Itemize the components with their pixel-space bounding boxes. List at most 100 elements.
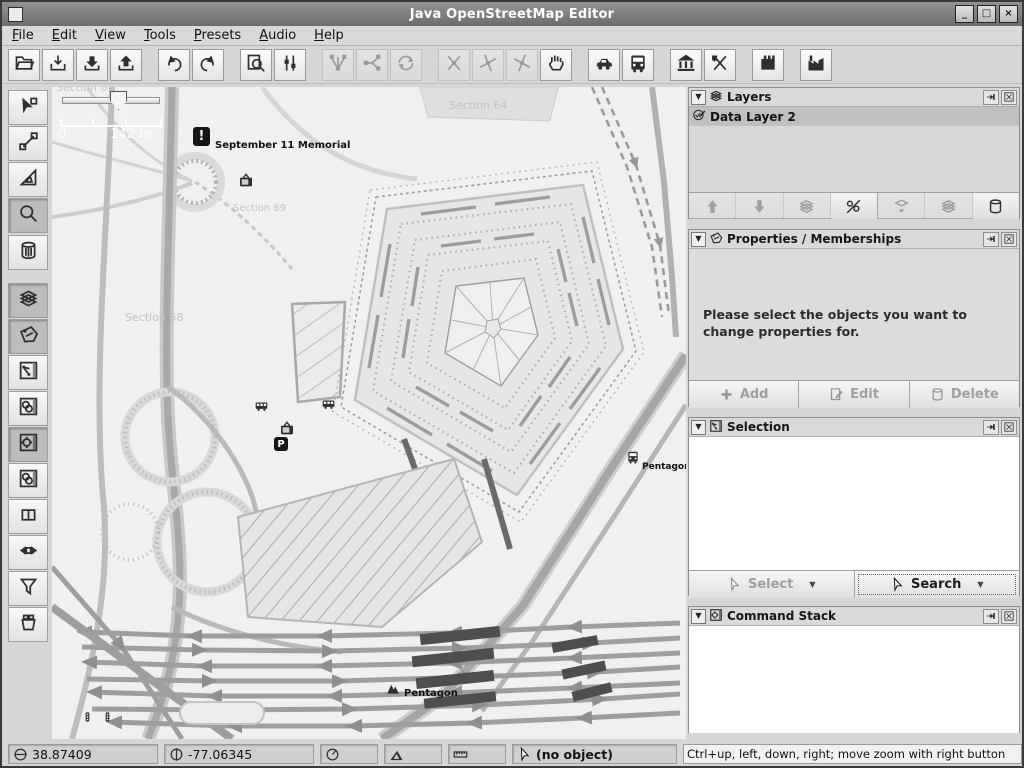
split-way-button[interactable]: [356, 49, 388, 81]
menu-view[interactable]: View: [95, 28, 126, 43]
bus-stop-icon-1[interactable]: [253, 398, 270, 417]
measure-tool-button[interactable]: [8, 162, 48, 197]
preset-museum-button[interactable]: [670, 49, 702, 81]
layer-down-button[interactable]: [736, 193, 783, 219]
tv-icon-2[interactable]: [279, 421, 295, 437]
layer-row[interactable]: Data Layer 2: [689, 107, 1019, 126]
save-button[interactable]: [42, 49, 74, 81]
scale-max-label: 142 m: [110, 127, 152, 142]
panel-close-button[interactable]: [1001, 232, 1017, 247]
unglue-icon: [444, 53, 464, 77]
update-data-button[interactable]: [390, 49, 422, 81]
collapse-icon[interactable]: ▼: [691, 420, 706, 435]
layer-merge-button[interactable]: [784, 193, 831, 219]
redo-button[interactable]: [192, 49, 224, 81]
heading-clock-icon: [325, 747, 340, 762]
traffic-signal-icon-1[interactable]: [82, 705, 93, 733]
search-button[interactable]: [240, 49, 272, 81]
section-63-label: Section 63: [56, 87, 114, 94]
tv-icon[interactable]: [238, 173, 254, 189]
title-bar[interactable]: Java OpenStreetMap Editor _ □ ×: [2, 2, 1022, 26]
preset-restaurant-button[interactable]: [704, 49, 736, 81]
traffic-signal-icon-2[interactable]: [102, 705, 113, 733]
maximize-button[interactable]: □: [977, 5, 996, 23]
layer-delete-button[interactable]: [973, 193, 1019, 219]
panel-close-button[interactable]: [1001, 609, 1017, 624]
delete-property-button[interactable]: Delete: [910, 381, 1019, 408]
delete-tool-button[interactable]: [8, 235, 48, 270]
menu-edit[interactable]: Edit: [52, 28, 77, 43]
menu-help[interactable]: Help: [314, 28, 344, 43]
conflict-toggle[interactable]: [8, 535, 48, 570]
dropdown-arrow-icon[interactable]: ▼: [977, 580, 983, 589]
layer-visibility-button[interactable]: [831, 193, 878, 219]
layer-opacity-button[interactable]: [878, 193, 925, 219]
cloverleaf-interchange[interactable]: [72, 87, 342, 739]
sticky-pin-button[interactable]: [983, 90, 999, 105]
collapse-icon[interactable]: ▼: [691, 609, 706, 624]
collapse-icon[interactable]: ▼: [691, 90, 706, 105]
preset-factory-button[interactable]: [800, 49, 832, 81]
simplify-way-icon: [512, 53, 532, 77]
sticky-pin-button[interactable]: [983, 420, 999, 435]
select-tool-button[interactable]: [8, 90, 48, 125]
bottom-building[interactable]: [180, 702, 264, 724]
dropdown-arrow-icon[interactable]: ▼: [809, 580, 815, 589]
panel-close-button[interactable]: [1001, 90, 1017, 105]
open-button[interactable]: [8, 49, 40, 81]
menu-tools[interactable]: Tools: [144, 28, 176, 43]
map-styles-icon: [18, 468, 39, 493]
download-button[interactable]: [76, 49, 108, 81]
menu-presets[interactable]: Presets: [194, 28, 241, 43]
filter-toggle[interactable]: [8, 571, 48, 606]
bus-stop-icon-2[interactable]: [320, 396, 337, 415]
layer-duplicate-button[interactable]: [925, 193, 972, 219]
save-icon: [48, 53, 68, 77]
minimize-button[interactable]: _: [955, 5, 974, 23]
panel-close-button[interactable]: [1001, 420, 1017, 435]
pan-button[interactable]: [540, 49, 572, 81]
preset-car-button[interactable]: [588, 49, 620, 81]
menu-audio[interactable]: Audio: [259, 28, 296, 43]
properties-toggle[interactable]: [8, 319, 48, 354]
zoom-tool-button[interactable]: [8, 198, 48, 233]
parking-lot[interactable]: [238, 459, 482, 627]
changeset-toggle[interactable]: [8, 607, 48, 642]
preferences-button[interactable]: [274, 49, 306, 81]
search-selection-button[interactable]: Search ▼: [855, 571, 1020, 598]
menu-file[interactable]: File: [12, 28, 34, 43]
selection-toggle[interactable]: [8, 355, 48, 390]
park-and-ride-icon[interactable]: P: [274, 437, 288, 451]
ruler-icon: [453, 747, 468, 762]
command-stack-toggle[interactable]: [8, 427, 48, 462]
merge-nodes-button[interactable]: [472, 49, 504, 81]
add-property-button[interactable]: Add: [689, 381, 799, 408]
pentagon-station-icon[interactable]: [385, 681, 401, 700]
preset-castle-button[interactable]: [752, 49, 784, 81]
selection-list[interactable]: [689, 437, 1019, 570]
pentagon-bus-stop-icon[interactable]: [626, 449, 640, 469]
command-stack-list[interactable]: [689, 626, 1019, 733]
draw-node-tool-button[interactable]: [8, 126, 48, 161]
unglue-button[interactable]: [438, 49, 470, 81]
upload-button[interactable]: [110, 49, 142, 81]
close-button[interactable]: ×: [999, 5, 1018, 23]
sticky-pin-button[interactable]: [983, 232, 999, 247]
map-styles-toggle[interactable]: [8, 463, 48, 498]
simplify-way-button[interactable]: [506, 49, 538, 81]
edit-property-button[interactable]: Edit: [799, 381, 909, 408]
undo-button[interactable]: [158, 49, 190, 81]
combine-way-button[interactable]: [322, 49, 354, 81]
collapse-icon[interactable]: ▼: [691, 232, 706, 247]
layer-up-button[interactable]: [689, 193, 736, 219]
map-canvas[interactable]: 0 142 m Section 63 Section 64 Section 68…: [52, 87, 686, 739]
relations-toggle[interactable]: [8, 391, 48, 426]
memorial-icon[interactable]: !: [193, 127, 210, 146]
map-scale-bar: [60, 119, 162, 127]
sticky-pin-button[interactable]: [983, 609, 999, 624]
layers-icon: [18, 288, 39, 313]
select-button[interactable]: Select ▼: [689, 571, 855, 598]
preset-bus-button[interactable]: [622, 49, 654, 81]
history-toggle[interactable]: [8, 499, 48, 534]
layers-toggle[interactable]: [8, 283, 48, 318]
